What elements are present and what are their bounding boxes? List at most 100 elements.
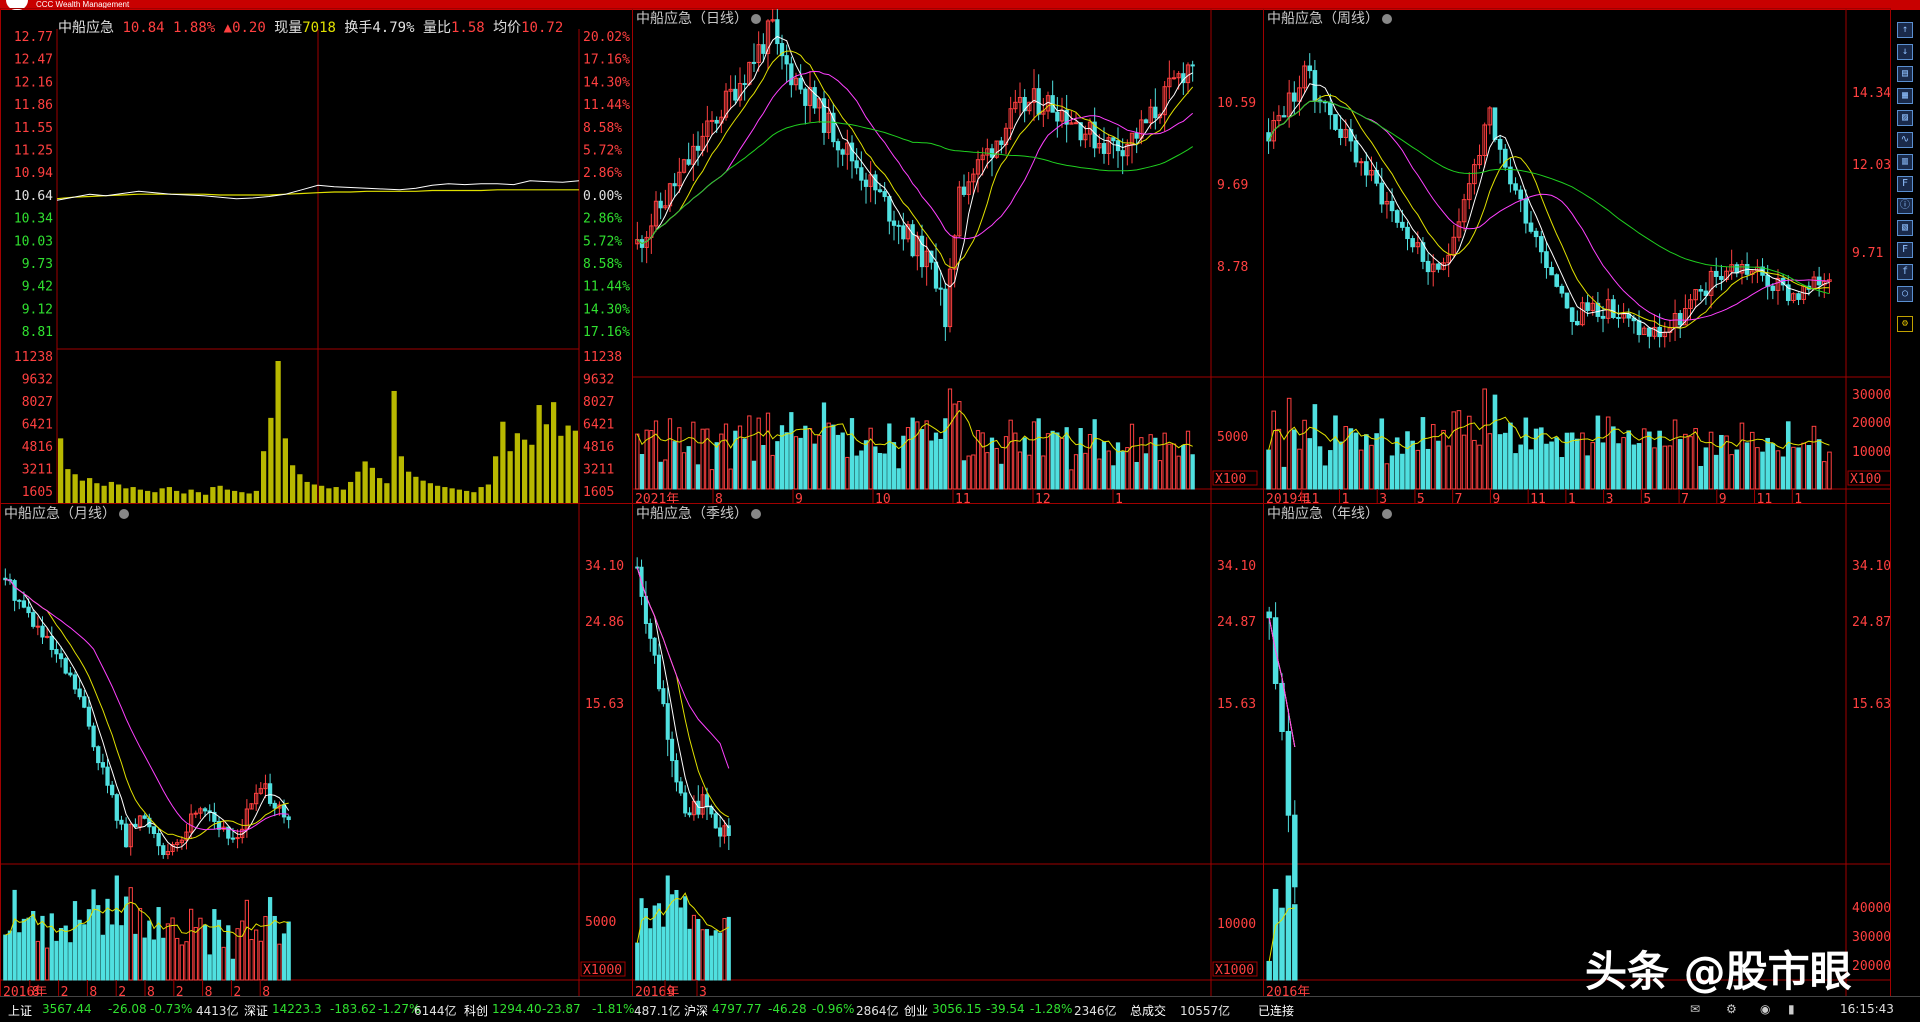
connection-status[interactable]: 已连接 [1258,1002,1294,1019]
volume-bar [1518,444,1524,490]
gear-icon[interactable]: ⚙ [1897,316,1913,332]
weekly-title[interactable]: 中船应急（周线） [1267,9,1392,28]
volume-bar [170,917,175,981]
bar-icon[interactable]: ∿ [1897,132,1913,148]
price-tick-label: 9.71 [1852,246,1883,261]
volume-bar [100,934,105,981]
volume-bar [1338,441,1343,490]
price-tick-label: 24.87 [1852,615,1891,630]
volume-bar [114,875,119,981]
arrow-up-icon[interactable]: ↑ [1897,22,1913,38]
avg-value: 10.72 [521,20,564,36]
fx-icon[interactable]: f [1897,264,1913,280]
chevron-down-icon[interactable] [751,14,761,24]
f10-icon[interactable]: F [1897,242,1913,258]
circle-icon[interactable]: ○ [1897,286,1913,302]
volume-bar [261,451,267,503]
volume-bar [1605,416,1611,490]
candle [72,674,78,690]
candle [704,794,710,808]
candle [1600,315,1606,319]
volume-bar [854,455,859,490]
volume-bar [244,899,249,981]
volume-bar [156,907,161,981]
settings-icon[interactable]: ⚙ [1726,1002,1737,1016]
grid-icon[interactable]: ▦ [1897,88,1913,104]
candle [1120,150,1125,157]
sz-label[interactable]: 深证 [244,1002,268,1019]
intraday-panel[interactable]: 12.77 20.02% 12.47 17.16% 12.16 14.30% 11.86 11… [0,8,633,504]
candle [1523,198,1529,224]
daily-panel[interactable]: 10.59 9.69 8.78 5000 X100 2021年 8 9 10 11 12 1 中船应急… [632,8,1264,504]
volume-bar [747,415,752,490]
ratio-label: 量比 [422,20,451,36]
quarterly-title[interactable]: 中船应急（季线） [636,504,761,523]
volume-bar [1266,960,1272,981]
signal-icon[interactable]: ▮ [1788,1002,1795,1016]
volume-bar [661,926,666,981]
chevron-down-icon[interactable] [1382,14,1392,24]
candle [761,44,766,54]
candle [1513,183,1518,191]
candle [100,762,105,768]
line-icon[interactable]: ▨ [1897,110,1913,126]
chevron-down-icon[interactable] [119,509,129,519]
doc-icon[interactable]: ▧ [1897,220,1913,236]
monthly-title[interactable]: 中船应急（月线） [4,504,129,523]
weekly-panel[interactable]: 14.34 12.03 9.71 30000 20000 10000 X100 2019年 11… [1263,8,1891,504]
monthly-panel[interactable]: 34.10 24.86 15.63 5000 X1000 2016年 8 2 8 2 8 2 8 2 8 中… [0,503,633,997]
volume-bar [1652,447,1657,490]
volume-bar [1744,442,1750,490]
up-arrow-icon: ▲ [223,20,233,36]
daily-title[interactable]: 中船应急（日线） [636,9,761,28]
candle [58,653,64,660]
volume-bar [887,423,892,490]
volume-bar [1785,421,1791,490]
candle [40,625,45,638]
pct-tick-label: 14.30% [583,302,630,317]
volume-tick-label: 4816 [583,440,614,455]
volume-bar [87,478,93,503]
volume-bar [398,456,404,503]
chevron-down-icon[interactable] [1382,509,1392,519]
volume-bar [1292,904,1298,981]
volume-bar [1045,433,1051,490]
candle [661,688,666,705]
hs-label[interactable]: 沪深 [684,1002,708,1019]
candle [96,746,101,764]
volume-bar [1693,428,1698,490]
volume-bar [72,474,78,503]
volume-bar [1662,445,1668,490]
fin-icon[interactable]: F [1897,176,1913,192]
volume-bar [91,889,96,981]
volume-bar [456,489,462,503]
list-icon[interactable]: ▥ [1897,154,1913,170]
volume-bar [709,469,715,490]
sh-label[interactable]: 上证 [8,1002,32,1019]
candle [891,220,897,226]
volume-bar [1050,430,1055,490]
candle [1734,264,1740,274]
mail-icon[interactable]: ✉ [1690,1002,1700,1016]
cy-label[interactable]: 创业 [904,1002,928,1019]
kline-icon[interactable]: ▤ [1897,66,1913,82]
hs-value: 4797.77 [712,1002,762,1016]
arrow-down-icon[interactable]: ↓ [1897,44,1913,60]
kc-label[interactable]: 科创 [464,1002,488,1019]
volume-bar [413,476,419,503]
chevron-down-icon[interactable] [751,509,761,519]
volume-bar [1436,440,1441,490]
quarterly-panel[interactable]: 34.10 24.87 15.63 10000 X1000 2016年 9 3 中船应急（季线… [632,503,1264,997]
location-icon[interactable]: ◉ [1760,1002,1770,1016]
volume-bar [1672,419,1678,490]
volume-bar [1502,432,1508,490]
volume-bar [1111,465,1116,490]
info-icon[interactable]: ⓘ [1897,198,1913,214]
volume-bar [751,460,757,490]
candle [1379,182,1385,205]
candle [961,186,967,195]
yearly-panel[interactable]: 34.10 24.87 15.63 40000 30000 20000 2016年 中船应急… [1263,503,1891,997]
volume-bar [910,417,915,490]
yearly-title[interactable]: 中船应急（年线） [1267,504,1392,523]
candle [1549,267,1554,276]
